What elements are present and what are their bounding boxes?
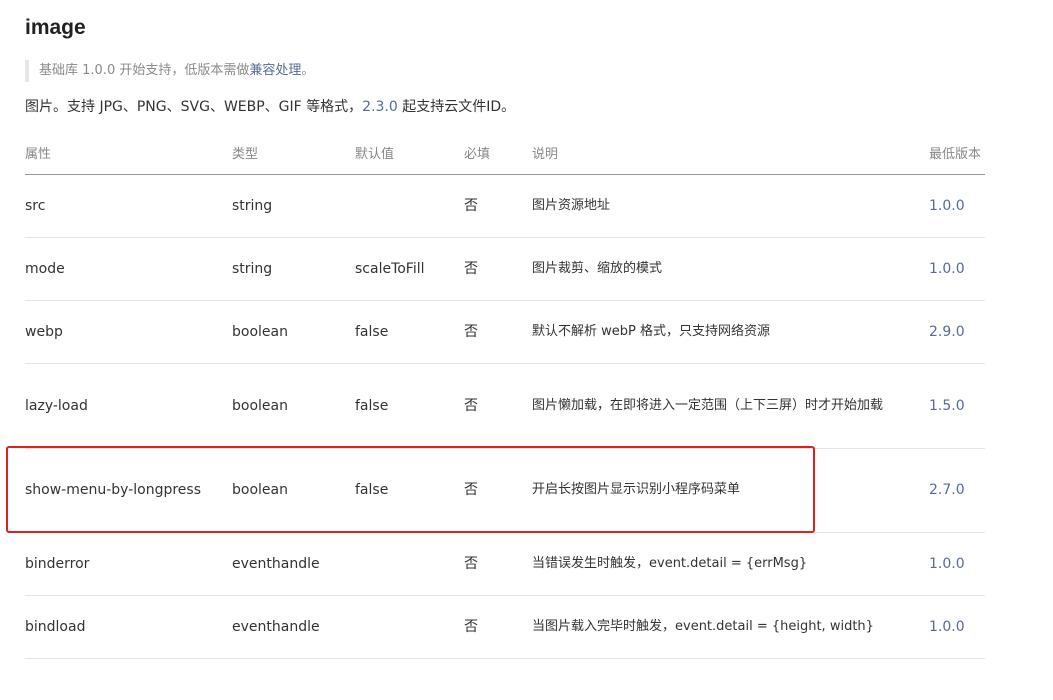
cell-required: 否	[464, 532, 532, 596]
cell-description: 图片资源地址	[532, 174, 929, 238]
cell-default	[355, 595, 464, 659]
cell-type: boolean	[232, 448, 355, 533]
header-required: 必填	[464, 132, 532, 175]
cell-attr: bindload	[25, 595, 232, 659]
cell-version: 1.0.0	[929, 237, 985, 301]
cell-description: 当错误发生时触发，event.detail = {errMsg}	[532, 532, 929, 596]
cell-type: string	[232, 174, 355, 238]
header-default: 默认值	[355, 132, 464, 175]
cell-version: 1.0.0	[929, 595, 985, 659]
cell-version: 2.7.0	[929, 448, 985, 533]
cell-description: 默认不解析 webP 格式，只支持网络资源	[532, 300, 929, 364]
header-type: 类型	[232, 132, 355, 175]
cell-version: 1.0.0	[929, 532, 985, 596]
cell-required: 否	[464, 363, 532, 449]
cell-attr: webp	[25, 300, 232, 364]
cell-default	[355, 174, 464, 238]
properties-table: 属性 类型 默认值 必填 说明 最低版本 src string 否 图片资源地址…	[25, 132, 985, 659]
cell-required: 否	[464, 237, 532, 301]
component-description: 图片。支持 JPG、PNG、SVG、WEBP、GIF 等格式，2.3.0 起支持…	[25, 96, 515, 118]
cell-type: string	[232, 237, 355, 301]
cell-description: 开启长按图片显示识别小程序码菜单	[532, 448, 929, 533]
cell-type: boolean	[232, 300, 355, 364]
cell-version: 1.0.0	[929, 174, 985, 238]
support-tip: 基础库 1.0.0 开始支持，低版本需做兼容处理。	[25, 60, 425, 82]
cell-description: 图片懒加载，在即将进入一定范围（上下三屏）时才开始加载	[532, 363, 929, 449]
cell-description: 图片裁剪、缩放的模式	[532, 237, 929, 301]
compat-link[interactable]: 兼容处理	[249, 63, 301, 78]
cloud-file-version: 2.3.0	[362, 99, 398, 115]
cell-version: 1.5.0	[929, 363, 985, 449]
cell-required: 否	[464, 300, 532, 364]
cell-attr: binderror	[25, 532, 232, 596]
page-title: image	[25, 16, 86, 39]
cell-required: 否	[464, 174, 532, 238]
table-row: webp boolean false 否 默认不解析 webP 格式，只支持网络…	[25, 300, 985, 364]
cell-type: eventhandle	[232, 532, 355, 596]
table-row: mode string scaleToFill 否 图片裁剪、缩放的模式 1.0…	[25, 237, 985, 301]
table-row-highlighted: show-menu-by-longpress boolean false 否 开…	[25, 448, 985, 533]
cell-required: 否	[464, 448, 532, 533]
cell-version: 2.9.0	[929, 300, 985, 364]
cell-type: boolean	[232, 363, 355, 449]
table-header-row: 属性 类型 默认值 必填 说明 最低版本	[25, 132, 985, 175]
header-attr: 属性	[25, 132, 232, 175]
cell-default: scaleToFill	[355, 237, 464, 301]
table-row: bindload eventhandle 否 当图片载入完毕时触发，event.…	[25, 595, 985, 659]
cell-attr: src	[25, 174, 232, 238]
cell-description: 当图片载入完毕时触发，event.detail = {height, width…	[532, 595, 929, 659]
support-tip-suffix: 。	[301, 63, 315, 78]
cell-type: eventhandle	[232, 595, 355, 659]
table-row: lazy-load boolean false 否 图片懒加载，在即将进入一定范…	[25, 363, 985, 449]
description-text: 图片。支持 JPG、PNG、SVG、WEBP、GIF 等格式，	[25, 99, 363, 115]
description-suffix: 起支持云文件ID。	[397, 99, 516, 115]
cell-default: false	[355, 300, 464, 364]
cell-default: false	[355, 448, 464, 533]
table-row: binderror eventhandle 否 当错误发生时触发，event.d…	[25, 532, 985, 596]
cell-attr: lazy-load	[25, 363, 232, 449]
cell-attr: mode	[25, 237, 232, 301]
cell-default: false	[355, 363, 464, 449]
cell-attr: show-menu-by-longpress	[25, 448, 232, 533]
table-row: src string 否 图片资源地址 1.0.0	[25, 174, 985, 238]
cell-default	[355, 532, 464, 596]
header-description: 说明	[532, 132, 929, 175]
header-min-version: 最低版本	[929, 132, 985, 175]
cell-required: 否	[464, 595, 532, 659]
support-tip-text: 基础库 1.0.0 开始支持，低版本需做	[39, 63, 250, 78]
